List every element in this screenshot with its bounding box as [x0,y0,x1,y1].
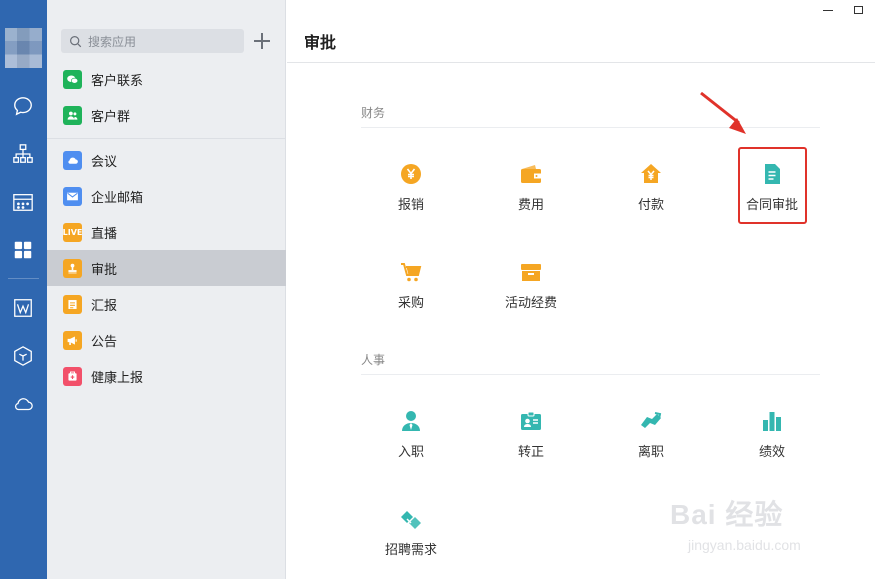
tile-event-funds[interactable]: 活动经费 [481,256,581,326]
page-title: 审批 [304,33,337,52]
tile-label: 入职 [397,445,424,460]
tile-reimbursement[interactable]: 报销 [361,158,461,228]
tile-label: 采购 [397,296,424,311]
handshake-icon [399,507,423,531]
section-divider [361,374,820,375]
tile-label: 转正 [517,445,544,460]
tile-label: 活动经费 [504,296,557,311]
tile-label: 绩效 [758,445,785,460]
title-divider [287,62,875,63]
app-item-live[interactable]: LIVE 直播 [47,214,286,250]
highlight-box [738,147,807,224]
tile-label: 费用 [517,198,544,213]
app-item-customer-group[interactable]: 客户群 [47,97,286,133]
section-finance-label: 财务 [361,106,386,120]
app-item-label: 客户群 [91,109,131,125]
app-item-label: 汇报 [91,298,118,314]
app-item-label: 审批 [91,262,118,278]
app-item-label: 公告 [91,334,118,350]
app-item-label: 直播 [91,226,118,242]
watermark-logo-text: Bai 经验 [670,499,784,530]
cloud-meeting-icon [63,150,82,170]
cube-icon[interactable] [11,344,35,368]
tile-regularization[interactable]: 转正 [481,405,581,475]
wallet-icon [519,162,543,186]
group-icon [63,105,82,125]
cart-icon [399,260,423,284]
tile-label: 离职 [637,445,664,460]
report-icon [63,294,82,314]
yen-coin-icon [399,162,423,186]
tile-payment[interactable]: 付款 [601,158,701,228]
wechat-icon [63,69,82,89]
search-input[interactable]: 搜索应用 [61,29,244,53]
approval-main-panel: 审批 财务 报销 费用 付款 合同审批 采购 活动经费 人事 入职 转正 离职 … [287,0,875,579]
tile-label: 报销 [397,198,424,213]
app-item-label: 客户联系 [91,73,144,89]
app-item-meeting[interactable]: 会议 [47,142,286,178]
avatar[interactable] [5,28,42,68]
workbench-icon[interactable] [11,238,35,262]
minimize-button[interactable] [823,10,833,11]
app-item-health-report[interactable]: 健康上报 [47,358,286,394]
search-icon [70,35,82,47]
mail-icon [63,186,82,206]
add-app-button[interactable] [252,31,272,51]
live-icon: LIVE [63,222,82,242]
tile-resignation[interactable]: 离职 [601,405,701,475]
doc-icon[interactable] [11,296,35,320]
list-divider [47,138,286,139]
tile-label: 付款 [637,198,664,213]
app-item-approval[interactable]: 审批 [47,250,286,286]
app-list-panel: 搜索应用 客户联系 客户群 会议 企业邮箱 LIVE 直播 审批 汇报 公告 健… [47,0,286,579]
app-item-announcement[interactable]: 公告 [47,322,286,358]
section-hr-label: 人事 [361,353,386,367]
search-placeholder: 搜索应用 [88,34,137,49]
badge-card-icon [519,409,543,433]
maximize-button[interactable] [854,6,863,14]
app-item-report[interactable]: 汇报 [47,286,286,322]
cloud-icon[interactable] [11,392,35,416]
handshake-leave-icon [639,409,663,433]
health-icon [63,366,82,386]
tile-onboarding[interactable]: 入职 [361,405,461,475]
app-item-mail[interactable]: 企业邮箱 [47,178,286,214]
event-box-icon [519,260,543,284]
megaphone-icon [63,330,82,350]
tile-performance[interactable]: 绩效 [722,405,822,475]
tile-procurement[interactable]: 采购 [361,256,461,326]
person-tie-icon [399,409,423,433]
tile-recruitment[interactable]: 招聘需求 [361,503,461,573]
stamp-icon [63,258,82,278]
watermark-url: jingyan.baidu.com [688,537,801,553]
app-item-label: 会议 [91,154,118,170]
left-nav-rail [0,0,47,579]
tile-label: 招聘需求 [384,543,437,558]
rail-divider [8,278,39,279]
bar-chart-icon [760,409,784,433]
org-chart-icon[interactable] [11,142,35,166]
tile-expense[interactable]: 费用 [481,158,581,228]
chat-icon[interactable] [11,94,35,118]
calendar-icon[interactable] [11,190,35,214]
app-item-label: 企业邮箱 [91,190,144,206]
yen-house-icon [639,162,663,186]
app-item-label: 健康上报 [91,370,144,386]
pointer-arrow-icon [700,91,746,134]
baidu-watermark: Bai 经验 jingyan.baidu.com [670,485,835,565]
app-item-customer-contact[interactable]: 客户联系 [47,61,286,97]
